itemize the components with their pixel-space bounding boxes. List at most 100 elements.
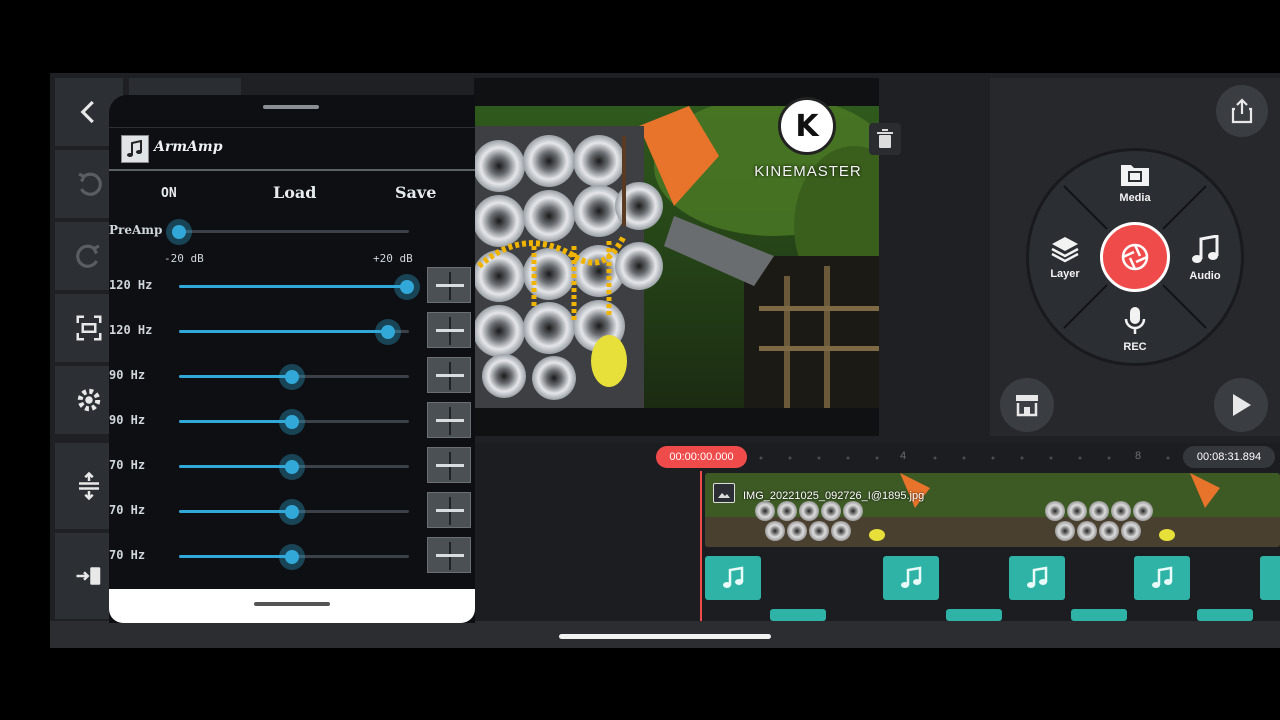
ruler-mark: 8 [1135, 450, 1142, 462]
band-label: 70 Hz [109, 548, 146, 562]
play-icon [1233, 394, 1251, 416]
audio-clip[interactable] [1260, 556, 1280, 600]
audio-label: Audio [1189, 270, 1221, 282]
drag-handle[interactable] [263, 105, 319, 109]
band-knob[interactable] [278, 364, 305, 390]
export-button[interactable] [1216, 85, 1268, 137]
layer-label: Layer [1050, 268, 1080, 280]
band-label: 70 Hz [109, 503, 146, 517]
watermark-text: KINEMASTER [754, 163, 862, 180]
app-title: ArmAmp [154, 139, 223, 155]
time-ruler: 4 8 [474, 443, 1280, 473]
media-button[interactable]: Media [1107, 161, 1163, 204]
preamp-slider[interactable] [166, 219, 409, 245]
band-slider[interactable] [179, 499, 409, 525]
band-slider[interactable] [179, 454, 409, 480]
band-label: 120 Hz [109, 323, 153, 337]
layers-icon [1051, 237, 1079, 263]
range-max-label: +20 dB [373, 252, 413, 265]
bottom-sheet-footer [109, 589, 475, 623]
capture-frame-icon [76, 315, 102, 341]
media-wheel: Media Layer Audio REC [1026, 148, 1244, 366]
gear-icon [77, 388, 101, 412]
playhead[interactable] [700, 471, 702, 621]
band-knob[interactable] [278, 499, 305, 525]
audio-clip[interactable] [770, 609, 826, 621]
band-label: 90 Hz [109, 413, 146, 427]
ruler-ticks [759, 456, 1170, 460]
band-slider[interactable] [179, 409, 409, 435]
title-divider [109, 169, 475, 171]
bottom-strip [50, 621, 1280, 648]
store-icon [1016, 395, 1038, 417]
band-knob[interactable] [278, 454, 305, 480]
band-fader-button[interactable] [427, 357, 471, 393]
on-toggle[interactable]: ON [161, 186, 177, 201]
audio-clip[interactable] [705, 556, 761, 600]
load-button[interactable]: Load [273, 183, 316, 202]
audio-clip[interactable] [1071, 609, 1127, 621]
rec-button[interactable]: REC [1109, 306, 1161, 353]
redo-icon [76, 244, 100, 268]
band-slider[interactable] [179, 319, 409, 345]
timeline[interactable]: 4 8 00:00:00.000 00:08:31.894 IMG_202210… [474, 443, 1280, 621]
band-fader-button[interactable] [427, 447, 471, 483]
layer-button[interactable]: Layer [1039, 235, 1091, 280]
band-knob[interactable] [393, 274, 420, 300]
music-note-icon [1027, 566, 1048, 588]
band-fill [179, 285, 407, 288]
record-button[interactable] [1100, 222, 1170, 292]
audio-clip[interactable] [1009, 556, 1065, 600]
top-tab [129, 78, 241, 96]
audio-clip[interactable] [883, 556, 939, 600]
band-slider[interactable] [179, 544, 409, 570]
preamp-knob[interactable] [166, 219, 192, 245]
undo-icon [78, 172, 102, 196]
ruler-mark: 4 [900, 450, 907, 462]
band-fader-button[interactable] [427, 312, 471, 348]
band-knob[interactable] [278, 544, 305, 570]
home-indicator[interactable] [559, 634, 771, 639]
audio-clip[interactable] [1197, 609, 1253, 621]
total-time-badge: 00:08:31.894 [1183, 446, 1275, 468]
audio-button[interactable]: Audio [1179, 234, 1231, 282]
band-slider[interactable] [179, 364, 409, 390]
kinemaster-logo: K [778, 97, 836, 155]
audio-clip[interactable] [1134, 556, 1190, 600]
clip-filename: IMG_20221025_092726_I@1895.jpg [743, 490, 925, 502]
app-icon [121, 135, 149, 163]
band-knob[interactable] [375, 319, 402, 345]
asset-store-button[interactable] [1000, 378, 1054, 432]
trash-icon [877, 129, 893, 148]
sheet-handle[interactable] [254, 602, 330, 606]
image-clip-icon [713, 483, 735, 503]
save-button[interactable]: Save [395, 183, 436, 202]
band-fader-button[interactable] [427, 537, 471, 573]
media-label: Media [1119, 192, 1151, 204]
band-fader-button[interactable] [427, 267, 471, 303]
kinemaster-editor: K KINEMASTER Media Layer Audio REC 4 8 0… [50, 73, 1280, 648]
divider [109, 127, 475, 128]
expand-vertical-icon [79, 471, 99, 501]
band-label: 120 Hz [109, 278, 153, 292]
preamp-label: PreAmp [109, 223, 163, 237]
music-note-icon [723, 566, 744, 588]
chevron-left-icon [80, 100, 94, 124]
delete-watermark-button[interactable] [869, 123, 901, 155]
band-label: 90 Hz [109, 368, 146, 382]
band-fader-button[interactable] [427, 402, 471, 438]
band-knob[interactable] [278, 409, 305, 435]
band-slider[interactable] [179, 274, 420, 300]
band-fill [179, 330, 389, 333]
video-clip[interactable]: IMG_20221025_092726_I@1895.jpg [705, 473, 1280, 547]
share-icon [1231, 98, 1253, 124]
clip-thumbnails [705, 473, 1280, 547]
picture-icon [718, 493, 730, 498]
armamp-panel: ArmAmp ON Load Save PreAmp -20 dB +20 dB… [109, 95, 475, 623]
audio-clip[interactable] [946, 609, 1002, 621]
current-time-badge: 00:00:00.000 [656, 446, 747, 468]
band-fill [179, 375, 292, 378]
band-fader-button[interactable] [427, 492, 471, 528]
play-button[interactable] [1214, 378, 1268, 432]
music-note-icon [127, 140, 142, 157]
